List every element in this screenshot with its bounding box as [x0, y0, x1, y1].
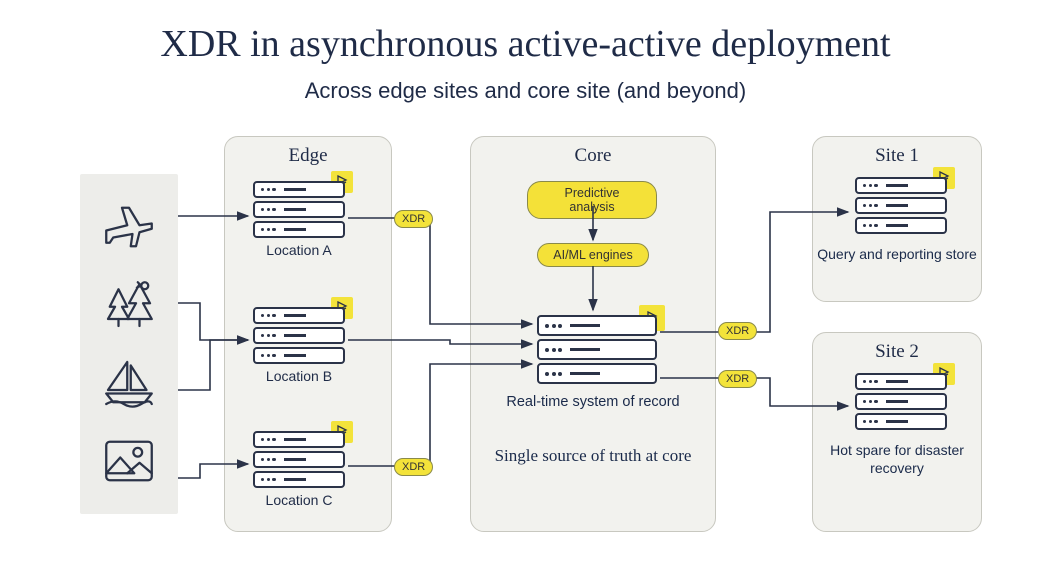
aiml-engines-pill: AI/ML engines	[537, 243, 649, 267]
site1-label: Query and reporting store	[813, 245, 981, 263]
server-stack-icon	[253, 307, 345, 364]
source-icons-column	[80, 174, 178, 514]
page-title: XDR in asynchronous active-active deploy…	[0, 22, 1051, 66]
core-realtime-label: Real-time system of record	[471, 393, 715, 411]
server-stack-icon	[855, 177, 947, 237]
edge-title: Edge	[225, 137, 391, 177]
site2-label: Hot spare for disaster recovery	[813, 441, 981, 477]
core-single-source-label: Single source of truth at core	[471, 445, 715, 467]
xdr-pill-out2: XDR	[718, 370, 757, 388]
edge-location-c: Location C	[253, 431, 345, 508]
core-panel: Core Predictive analysis AI/ML engines R…	[470, 136, 716, 532]
location-b-label: Location B	[253, 368, 345, 384]
server-stack-icon	[253, 431, 345, 488]
trees-icon	[101, 277, 157, 333]
edge-location-a: Location A	[253, 181, 345, 258]
predictive-analysis-pill: Predictive analysis	[527, 181, 657, 219]
core-server	[537, 315, 657, 387]
mountain-photo-icon	[101, 433, 157, 489]
edge-panel: Edge Location A Location B	[224, 136, 392, 532]
server-stack-icon	[855, 373, 947, 433]
location-a-label: Location A	[253, 242, 345, 258]
site2-title: Site 2	[813, 333, 981, 373]
core-title: Core	[471, 137, 715, 177]
xdr-pill-c: XDR	[394, 458, 433, 476]
location-c-label: Location C	[253, 492, 345, 508]
server-stack-icon	[253, 181, 345, 238]
xdr-pill-out1: XDR	[718, 322, 757, 340]
site1-title: Site 1	[813, 137, 981, 177]
xdr-pill-a: XDR	[394, 210, 433, 228]
site1-panel: Site 1 Query and reporting store	[812, 136, 982, 302]
site2-panel: Site 2 Hot spare for disaster recovery	[812, 332, 982, 532]
server-stack-icon	[537, 315, 657, 384]
airplane-icon	[101, 199, 157, 255]
edge-location-b: Location B	[253, 307, 345, 384]
sailboat-icon	[101, 355, 157, 411]
page-subtitle: Across edge sites and core site (and bey…	[0, 78, 1051, 104]
